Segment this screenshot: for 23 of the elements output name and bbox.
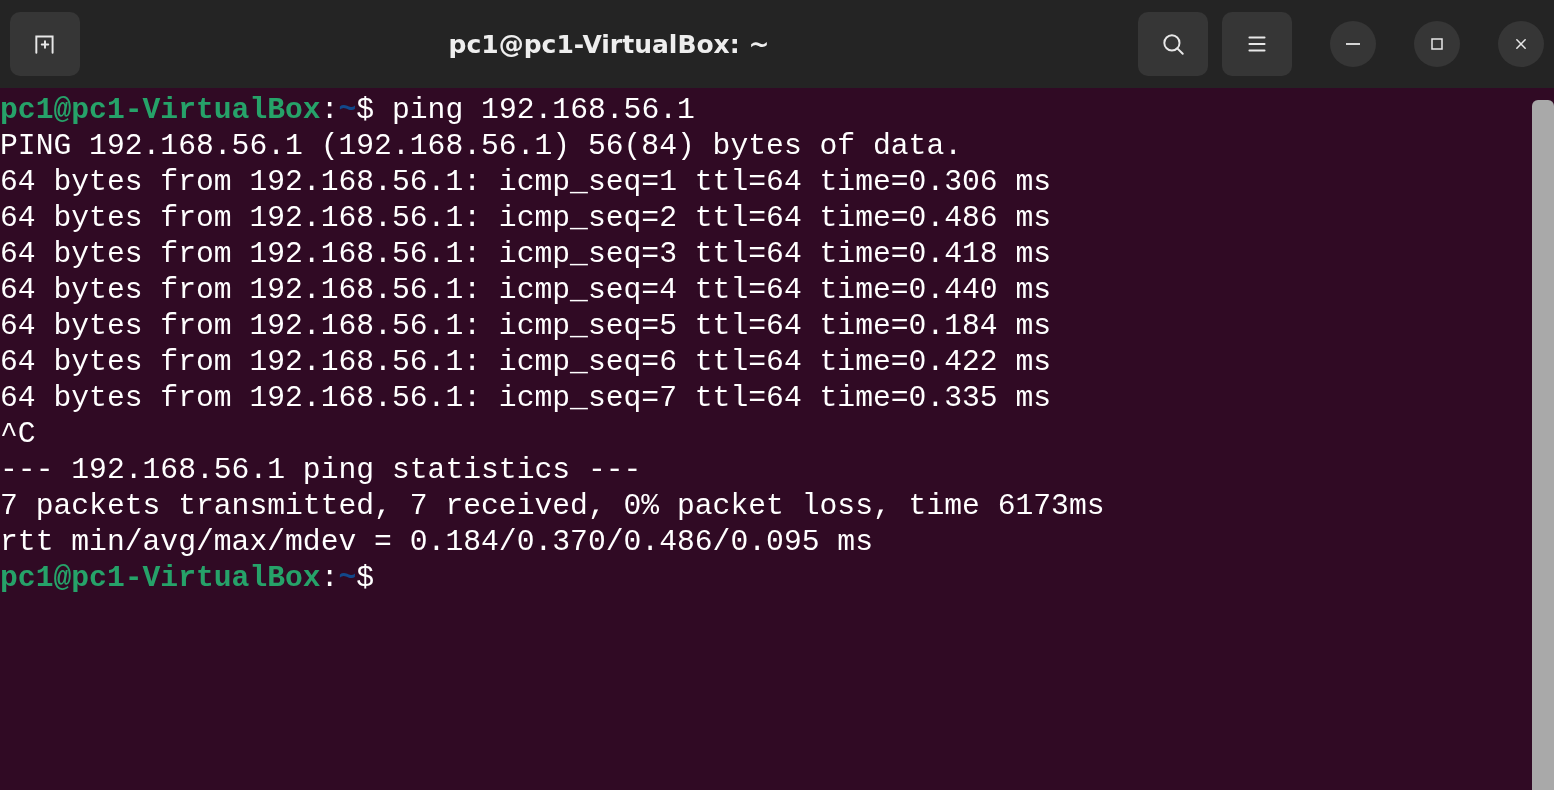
output-line: 64 bytes from 192.168.56.1: icmp_seq=3 ttl=64 time=0.418 ms [0,236,1052,272]
output-line: 64 bytes from 192.168.56.1: icmp_seq=6 ttl=64 time=0.422 ms [0,344,1052,380]
search-button[interactable] [1138,12,1208,76]
output-line: 7 packets transmitted, 7 received, 0% packet loss, time 6173ms [0,488,1105,524]
prompt-line: pc1@pc1-VirtualBox:~$ ping 192.168.56.1 [0,92,696,128]
menu-button[interactable] [1222,12,1292,76]
window-title: pc1@pc1-VirtualBox: ~ [447,29,771,59]
output-line: PING 192.168.56.1 (192.168.56.1) 56(84) bytes of data. [0,128,963,164]
output-line: 64 bytes from 192.168.56.1: icmp_seq=4 ttl=64 time=0.440 ms [0,272,1052,308]
output-line: ^C [0,416,36,452]
output-line: 64 bytes from 192.168.56.1: icmp_seq=5 ttl=64 time=0.184 ms [0,308,1052,344]
close-button[interactable] [1498,21,1544,67]
output-line: 64 bytes from 192.168.56.1: icmp_seq=7 ttl=64 time=0.335 ms [0,380,1052,416]
output-line: 64 bytes from 192.168.56.1: icmp_seq=1 ttl=64 time=0.306 ms [0,164,1052,200]
maximize-button[interactable] [1414,21,1460,67]
search-icon [1160,31,1186,57]
output-line: 64 bytes from 192.168.56.1: icmp_seq=2 ttl=64 time=0.486 ms [0,200,1052,236]
prompt-line: pc1@pc1-VirtualBox:~$ [0,560,376,596]
output-line: rtt min/avg/max/mdev = 0.184/0.370/0.486/0.095 ms [0,524,873,560]
minimize-icon [1346,43,1360,45]
new-tab-button[interactable] [10,12,80,76]
output-line: --- 192.168.56.1 ping statistics --- [0,452,642,488]
scrollbar-thumb[interactable] [1532,100,1554,790]
